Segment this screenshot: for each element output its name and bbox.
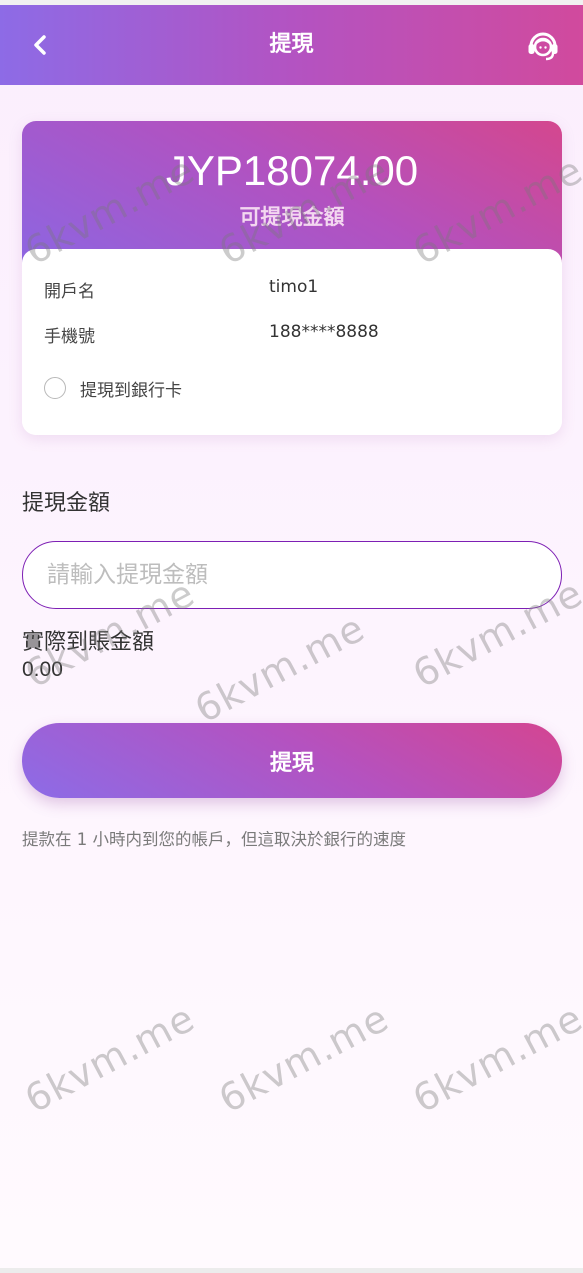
watermark: 6kvm.me xyxy=(405,995,583,1122)
page-title: 提現 xyxy=(269,32,314,57)
app-header: 提現 xyxy=(0,5,583,85)
watermark: 6kvm.me xyxy=(211,995,396,1122)
actual-amount-label: 實際到賬金額 xyxy=(22,630,155,655)
withdraw-amount-label: 提現金額 xyxy=(22,491,111,516)
account-name-label: 開戶名 xyxy=(44,282,95,302)
account-info-panel: 開戶名 timo1 手機號 188****8888 提現到銀行卡 xyxy=(22,249,562,435)
watermark: 6kvm.me xyxy=(17,995,202,1122)
bottom-divider xyxy=(0,1268,583,1273)
account-name-value: timo1 xyxy=(269,277,319,297)
chevron-left-icon xyxy=(34,35,46,55)
back-button[interactable] xyxy=(24,27,56,63)
watermark: 6kvm.me xyxy=(187,605,372,732)
phone-label: 手機號 xyxy=(44,327,95,347)
available-balance: JYP18074.00 xyxy=(165,147,419,194)
phone-value: 188****8888 xyxy=(269,322,379,342)
withdraw-amount-input[interactable] xyxy=(22,541,562,609)
customer-service-button[interactable] xyxy=(522,27,564,63)
withdraw-button[interactable]: 提現 xyxy=(22,723,562,798)
available-balance-caption: 可提現金額 xyxy=(239,205,345,229)
bank-card-option[interactable]: 提現到銀行卡 xyxy=(44,375,182,401)
customer-service-icon xyxy=(528,32,558,61)
radio-button[interactable] xyxy=(44,377,66,399)
balance-card: JYP18074.00 可提現金額 開戶名 timo1 手機號 188****8… xyxy=(22,121,562,435)
bank-card-option-label: 提現到銀行卡 xyxy=(80,380,182,401)
actual-amount-value: 0.00 xyxy=(22,658,63,681)
withdraw-notice: 提款在 1 小時内到您的帳戶，但這取決於銀行的速度 xyxy=(22,830,406,849)
